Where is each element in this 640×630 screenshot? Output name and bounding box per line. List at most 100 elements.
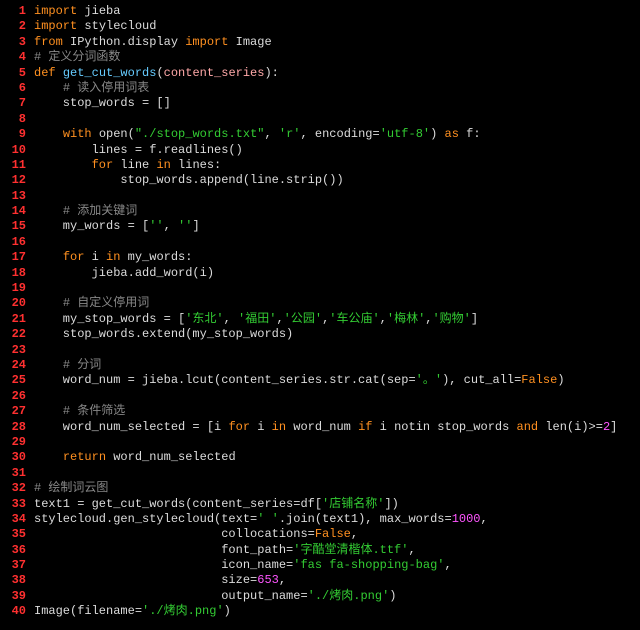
token-id: icon_name= xyxy=(34,558,293,572)
line-number: 12 xyxy=(0,173,26,188)
line-number: 22 xyxy=(0,327,26,342)
token-st: '字酷堂清楷体.ttf' xyxy=(293,543,408,557)
token-id: ( xyxy=(156,66,163,80)
token-id: font_path= xyxy=(34,543,293,557)
token-id: , xyxy=(276,312,283,326)
code-line[interactable]: # 定义分词函数 xyxy=(34,50,640,65)
token-id: f: xyxy=(459,127,481,141)
token-kw: def xyxy=(34,66,56,80)
code-line[interactable]: return word_num_selected xyxy=(34,450,640,465)
code-line[interactable]: output_name='./烤肉.png') xyxy=(34,589,640,604)
code-line[interactable]: import jieba xyxy=(34,4,640,19)
line-number: 17 xyxy=(0,250,26,265)
token-st: './烤肉.png' xyxy=(308,589,390,603)
code-line[interactable]: for line in lines: xyxy=(34,158,640,173)
code-line[interactable] xyxy=(34,281,640,296)
token-id: size= xyxy=(34,573,257,587)
code-line[interactable]: size=653, xyxy=(34,573,640,588)
code-line[interactable]: word_num = jieba.lcut(content_series.str… xyxy=(34,373,640,388)
token-id: , xyxy=(224,312,238,326)
token-id: word_num_selected = [i xyxy=(34,420,228,434)
token-cm: # 自定义停用词 xyxy=(63,296,149,310)
code-line[interactable] xyxy=(34,235,640,250)
token-id: .join(text1), max_words= xyxy=(279,512,452,526)
code-editor[interactable]: 1234567891011121314151617181920212223242… xyxy=(0,0,640,620)
token-id xyxy=(34,358,63,372)
token-id xyxy=(34,404,63,418)
token-id: stop_words.append(line.strip()) xyxy=(34,173,344,187)
token-kw: as xyxy=(445,127,459,141)
code-line[interactable]: stop_words.append(line.strip()) xyxy=(34,173,640,188)
line-number: 7 xyxy=(0,96,26,111)
code-line[interactable]: Image(filename='./烤肉.png') xyxy=(34,604,640,619)
code-line[interactable]: lines = f.readlines() xyxy=(34,143,640,158)
code-line[interactable]: from IPython.display import Image xyxy=(34,35,640,50)
line-number: 35 xyxy=(0,527,26,542)
code-line[interactable] xyxy=(34,189,640,204)
token-id: , xyxy=(380,312,387,326)
code-line[interactable] xyxy=(34,435,640,450)
code-line[interactable]: jieba.add_word(i) xyxy=(34,266,640,281)
code-line[interactable]: # 自定义停用词 xyxy=(34,296,640,311)
code-line[interactable]: text1 = get_cut_words(content_series=df[… xyxy=(34,497,640,512)
code-line[interactable]: # 添加关键词 xyxy=(34,204,640,219)
token-cm: # 读入停用词表 xyxy=(63,81,149,95)
token-id: i notin stop_words xyxy=(372,420,516,434)
code-line[interactable]: stylecloud.gen_stylecloud(text=' '.join(… xyxy=(34,512,640,527)
token-kw: in xyxy=(106,250,120,264)
code-line[interactable]: # 绘制词云图 xyxy=(34,481,640,496)
code-line[interactable]: def get_cut_words(content_series): xyxy=(34,66,640,81)
line-number: 14 xyxy=(0,204,26,219)
line-number: 36 xyxy=(0,543,26,558)
line-number: 15 xyxy=(0,219,26,234)
code-line[interactable]: font_path='字酷堂清楷体.ttf', xyxy=(34,543,640,558)
code-line[interactable]: stop_words = [] xyxy=(34,96,640,111)
token-id: stop_words = [] xyxy=(34,96,171,110)
token-id xyxy=(34,127,63,141)
token-id: , xyxy=(481,512,488,526)
code-line[interactable] xyxy=(34,389,640,404)
code-line[interactable]: # 读入停用词表 xyxy=(34,81,640,96)
line-number: 10 xyxy=(0,143,26,158)
token-id: stop_words.extend(my_stop_words) xyxy=(34,327,293,341)
line-number: 11 xyxy=(0,158,26,173)
code-line[interactable]: my_words = ['', ''] xyxy=(34,219,640,234)
code-line[interactable] xyxy=(34,112,640,127)
token-id: word_num = jieba.lcut(content_series.str… xyxy=(34,373,416,387)
token-kw: import xyxy=(34,4,77,18)
code-line[interactable]: # 条件筛选 xyxy=(34,404,640,419)
token-st: '福田' xyxy=(238,312,276,326)
code-line[interactable]: stop_words.extend(my_stop_words) xyxy=(34,327,640,342)
code-line[interactable]: for i in my_words: xyxy=(34,250,640,265)
token-cm: # 定义分词函数 xyxy=(34,50,120,64)
code-line[interactable]: word_num_selected = [i for i in word_num… xyxy=(34,420,640,435)
token-st: '公园' xyxy=(284,312,322,326)
token-id xyxy=(56,66,63,80)
code-line[interactable]: import stylecloud xyxy=(34,19,640,34)
token-id: , xyxy=(444,558,451,572)
code-line[interactable]: icon_name='fas fa-shopping-bag', xyxy=(34,558,640,573)
line-number: 21 xyxy=(0,312,26,327)
token-id xyxy=(34,81,63,95)
token-st: '梅林' xyxy=(387,312,425,326)
code-line[interactable]: collocations=False, xyxy=(34,527,640,542)
code-line[interactable]: with open("./stop_words.txt", 'r', encod… xyxy=(34,127,640,142)
code-line[interactable] xyxy=(34,343,640,358)
token-id xyxy=(34,450,63,464)
line-number: 32 xyxy=(0,481,26,496)
token-id: , xyxy=(351,527,358,541)
code-area[interactable]: import jiebaimport stylecloudfrom IPytho… xyxy=(34,4,640,620)
code-line[interactable]: # 分词 xyxy=(34,358,640,373)
line-number: 30 xyxy=(0,450,26,465)
token-kw: in xyxy=(272,420,286,434)
token-id: ) xyxy=(224,604,231,618)
token-kw: import xyxy=(34,19,77,33)
token-cm: # 绘制词云图 xyxy=(34,481,108,495)
token-st: 'fas fa-shopping-bag' xyxy=(293,558,444,572)
token-id: my_stop_words = [ xyxy=(34,312,185,326)
token-kw: with xyxy=(63,127,92,141)
code-line[interactable]: my_stop_words = ['东北', '福田','公园','车公庙','… xyxy=(34,312,640,327)
line-number: 23 xyxy=(0,343,26,358)
code-line[interactable] xyxy=(34,466,640,481)
token-st: '' xyxy=(178,219,192,233)
